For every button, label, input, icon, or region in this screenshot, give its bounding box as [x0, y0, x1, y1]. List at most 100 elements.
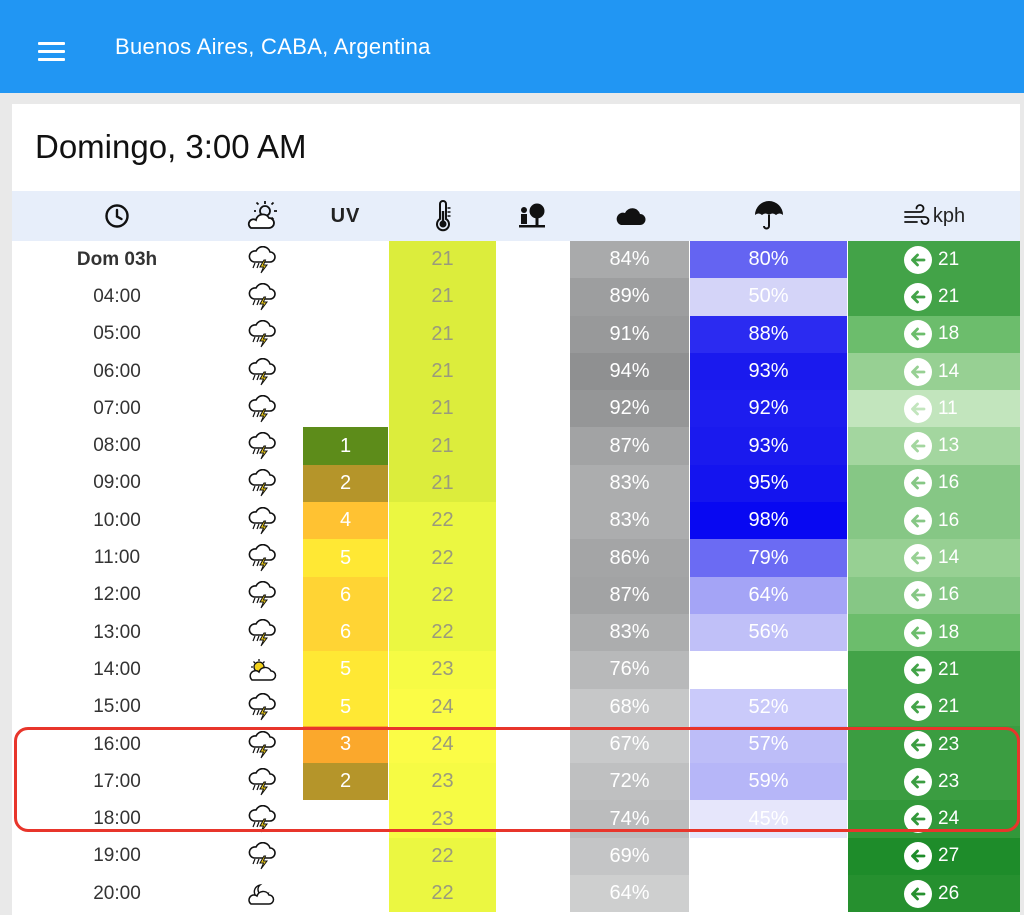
wind-direction-arrow-icon	[904, 506, 932, 535]
table-row: 15:00 5 24 68% 52% 21	[12, 688, 1020, 726]
table-row: 14:00 5 23 76% 21	[12, 651, 1020, 689]
uv-cell: 6	[303, 576, 388, 614]
uv-cell: 2	[303, 464, 388, 503]
time-cell: 16:00	[93, 733, 141, 755]
thunderstorm-icon	[240, 539, 284, 576]
rain-chance-cell: 93%	[690, 427, 847, 465]
table-row: 06:00 21 94% 93% 14	[12, 352, 1020, 391]
time-cell: 07:00	[93, 397, 141, 419]
wind-speed-value: 21	[938, 285, 960, 307]
temperature-cell: 22	[389, 576, 496, 614]
uv-cell: 3	[303, 725, 388, 764]
cloud-cover-cell: 91%	[570, 315, 689, 353]
uv-cell: 2	[303, 763, 388, 801]
forecast-card: Domingo, 3:00 AM UV kph Dom 03h 21 84% 80% 2…	[12, 104, 1020, 915]
table-row: 08:00 1 21 87% 93% 13	[12, 427, 1020, 465]
cloud-cover-cell: 76%	[570, 651, 689, 689]
wind-speed-value: 13	[938, 435, 960, 457]
temperature-cell: 21	[389, 427, 496, 465]
rain-chance-cell: 92%	[690, 390, 847, 428]
wind-speed-value: 21	[938, 696, 960, 718]
cloud-cover-cell: 69%	[570, 837, 689, 876]
wind-direction-arrow-icon	[904, 842, 932, 871]
thunderstorm-icon	[240, 502, 284, 539]
wind-direction-arrow-icon	[904, 767, 932, 796]
wind-cell: 26	[848, 875, 1020, 913]
time-cell: 10:00	[93, 509, 141, 531]
wind-speed-value: 23	[938, 733, 960, 755]
wind-direction-arrow-icon	[904, 394, 932, 423]
time-cell: 20:00	[93, 882, 141, 904]
wind-direction-arrow-icon	[904, 618, 932, 647]
thunderstorm-icon	[240, 427, 284, 464]
cloud-cover-cell: 67%	[570, 725, 689, 764]
rain-chance-cell: 93%	[690, 352, 847, 391]
forecast-table-body: Dom 03h 21 84% 80% 21 04:00 21 89% 50% 21 05:00 21 9…	[12, 241, 1020, 913]
wind-direction-arrow-icon	[904, 432, 932, 461]
wind-cell: 23	[848, 725, 1020, 764]
cloud-cover-cell: 83%	[570, 613, 689, 652]
night-cloud-icon	[240, 875, 284, 912]
table-row: Dom 03h 21 84% 80% 21	[12, 241, 1020, 279]
wind-speed-value: 14	[938, 547, 960, 569]
wind-cell: 14	[848, 352, 1020, 391]
wind-cell: 21	[848, 278, 1020, 316]
wind-cell: 11	[848, 390, 1020, 428]
time-cell: 15:00	[93, 696, 141, 718]
wind-direction-arrow-icon	[904, 469, 932, 498]
table-row: 18:00 23 74% 45% 24	[12, 800, 1020, 838]
wind-cell: 24	[848, 800, 1020, 838]
time-cell: 05:00	[93, 323, 141, 345]
uv-cell	[303, 278, 388, 315]
wind-unit-label: kph	[932, 204, 966, 227]
wind-cell: 21	[848, 241, 1020, 279]
wind-speed-value: 23	[938, 770, 960, 792]
hamburger-menu-icon[interactable]	[38, 42, 66, 62]
wind-speed-value: 24	[938, 808, 960, 830]
uv-cell	[303, 838, 388, 875]
temperature-cell: 22	[389, 539, 496, 577]
cloud-cover-cell: 87%	[570, 427, 689, 465]
rain-chance-cell: 64%	[690, 576, 847, 614]
temperature-cell: 23	[389, 651, 496, 689]
person-tree-icon	[508, 191, 558, 241]
wind-direction-arrow-icon	[904, 730, 932, 759]
table-row: 10:00 4 22 83% 98% 16	[12, 502, 1020, 540]
temperature-cell: 21	[389, 464, 496, 503]
time-cell: 11:00	[93, 547, 141, 569]
thunderstorm-icon	[240, 390, 284, 427]
temperature-cell: 21	[389, 315, 496, 353]
wind-direction-arrow-icon	[904, 357, 932, 386]
wind-speed-header: kph	[848, 191, 1020, 241]
table-row: 19:00 22 69% 27	[12, 837, 1020, 876]
temperature-cell: 23	[389, 800, 496, 838]
cloud-cover-cell: 68%	[570, 688, 689, 726]
time-cell: 18:00	[93, 808, 141, 830]
thunderstorm-icon	[240, 353, 284, 390]
rain-chance-cell: 59%	[690, 763, 847, 801]
wind-speed-value: 16	[938, 584, 960, 606]
cloud-cover-cell: 94%	[570, 352, 689, 391]
thunderstorm-icon	[240, 577, 284, 614]
wind-speed-value: 16	[938, 509, 960, 531]
uv-column-label: UV	[330, 204, 361, 227]
thunderstorm-icon	[240, 838, 284, 875]
rain-chance-cell: 50%	[690, 278, 847, 316]
table-header: UV kph	[12, 191, 1020, 241]
rain-chance-cell	[690, 875, 847, 912]
uv-cell	[303, 875, 388, 912]
cloud-cover-cell: 72%	[570, 763, 689, 801]
cloud-cover-cell: 87%	[570, 576, 689, 614]
table-row: 20:00 22 64% 26	[12, 875, 1020, 913]
cloud-cover-cell: 84%	[570, 241, 689, 279]
cloud-cover-cell: 86%	[570, 539, 689, 577]
time-cell: 09:00	[93, 472, 141, 494]
thermometer-icon	[389, 191, 496, 241]
wind-direction-arrow-icon	[904, 581, 932, 610]
table-row: 17:00 2 23 72% 59% 23	[12, 763, 1020, 801]
wind-cell: 23	[848, 763, 1020, 801]
cloud-cover-cell: 89%	[570, 278, 689, 316]
wind-cell: 21	[848, 688, 1020, 726]
wind-cell: 18	[848, 613, 1020, 652]
wind-speed-value: 21	[938, 248, 960, 270]
